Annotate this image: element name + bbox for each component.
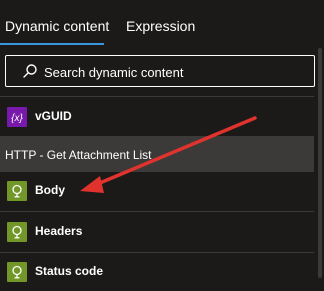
dynamic-content-list: {x} vGUID HTTP - Get Attachment List Bod… <box>0 96 314 291</box>
tab-bar: Dynamic content Expression <box>0 0 324 46</box>
tab-dynamic-content[interactable]: Dynamic content <box>5 18 109 34</box>
search-icon <box>23 64 37 78</box>
section-title: HTTP - Get Attachment List <box>5 148 152 162</box>
svg-text:{x}: {x} <box>11 113 23 124</box>
http-globe-icon <box>7 222 27 242</box>
list-item-label: vGUID <box>35 109 72 123</box>
search-input[interactable] <box>44 63 304 81</box>
variable-icon: {x} <box>7 107 27 127</box>
http-globe-icon <box>7 262 27 282</box>
list-item-body[interactable]: Body <box>0 172 314 210</box>
scrollbar-thumb[interactable] <box>318 48 322 278</box>
active-tab-indicator <box>0 43 104 45</box>
list-item-label: Body <box>35 183 65 197</box>
list-item-status-code[interactable]: Status code <box>0 253 314 291</box>
tab-expression[interactable]: Expression <box>126 18 195 34</box>
divider <box>0 211 314 212</box>
divider <box>0 96 314 97</box>
list-item-vguid[interactable]: {x} vGUID <box>0 98 314 136</box>
list-item-label: Status code <box>35 264 104 278</box>
http-globe-icon <box>7 181 27 201</box>
list-item-headers[interactable]: Headers <box>0 213 314 251</box>
list-item-label: Headers <box>35 224 83 238</box>
scrollbar[interactable] <box>316 46 324 291</box>
section-header-http: HTTP - Get Attachment List <box>0 136 314 172</box>
search-box[interactable] <box>5 55 315 87</box>
